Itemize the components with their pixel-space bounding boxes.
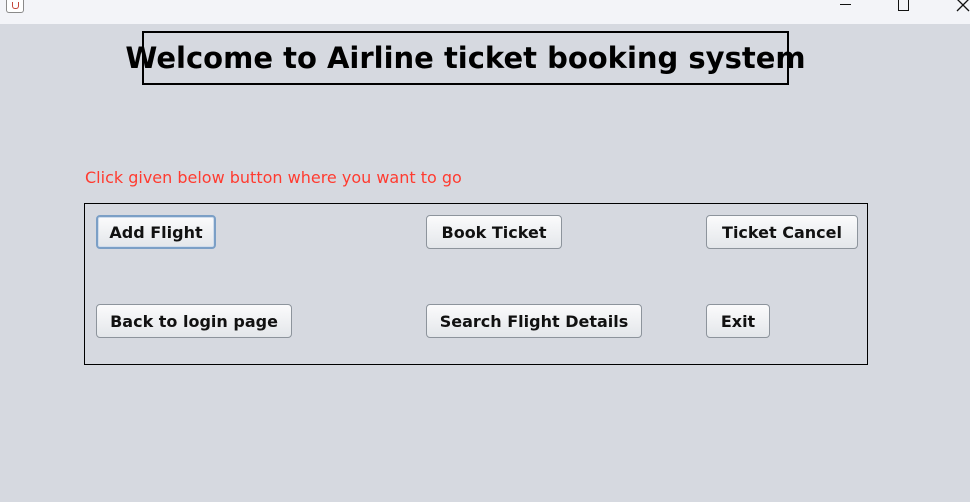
window-titlebar [0,0,970,24]
book-ticket-button[interactable]: Book Ticket [426,215,562,249]
close-icon[interactable] [942,0,970,14]
page-title-box: Welcome to Airline ticket booking system [125,31,806,85]
navigation-panel: Add Flight Book Ticket Ticket Cancel Bac… [84,203,868,365]
back-to-login-button[interactable]: Back to login page [96,304,292,338]
ticket-cancel-button[interactable]: Ticket Cancel [706,215,858,249]
exit-button[interactable]: Exit [706,304,770,338]
add-flight-button[interactable]: Add Flight [96,215,216,249]
minimize-icon[interactable] [826,0,866,14]
maximize-icon[interactable] [884,0,924,14]
page-title: Welcome to Airline ticket booking system [125,41,806,75]
search-flight-details-button[interactable]: Search Flight Details [426,304,642,338]
instruction-label: Click given below button where you want … [85,168,462,187]
java-cup-icon [6,0,24,13]
